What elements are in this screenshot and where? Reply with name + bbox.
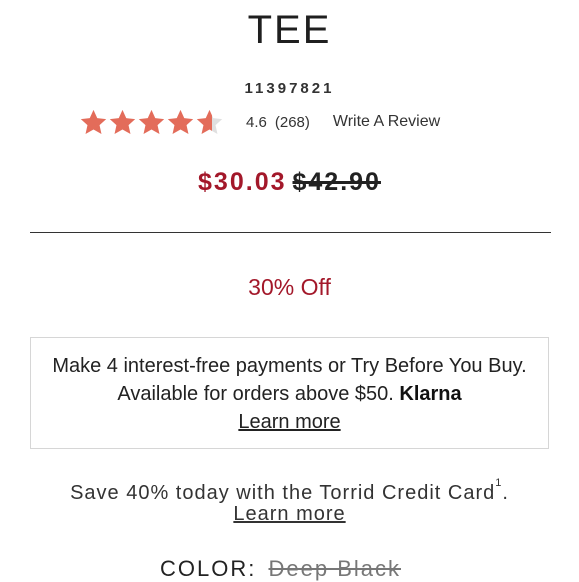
star-icon xyxy=(167,109,194,134)
klarna-message: Make 4 interest-free payments or Try Bef… xyxy=(31,352,548,408)
klarna-learn-more-link[interactable]: Learn more xyxy=(238,408,340,436)
credit-card-text: Save 40% today with the Torrid Credit Ca… xyxy=(70,482,496,504)
write-review-link[interactable]: Write A Review xyxy=(333,113,440,131)
color-selector-label: COLOR: Deep Black xyxy=(160,556,401,582)
klarna-logo: Klarna xyxy=(399,383,462,405)
star-icon xyxy=(138,109,165,134)
credit-link-row: Learn more xyxy=(0,503,579,526)
sale-price: $30.03 xyxy=(198,168,287,196)
discount-label: 30% Off xyxy=(248,274,331,300)
product-sku: 11397821 xyxy=(244,80,335,97)
product-title: TEE xyxy=(247,8,332,52)
divider xyxy=(30,232,551,233)
color-label: COLOR: xyxy=(160,556,257,581)
star-rating[interactable] xyxy=(79,108,224,137)
review-count[interactable]: (268) xyxy=(275,114,310,131)
color-value: Deep Black xyxy=(268,556,401,581)
star-icon xyxy=(196,109,223,134)
rating-row: 4.6 (268) Write A Review xyxy=(79,106,440,138)
star-icon xyxy=(109,109,136,134)
price-row: $30.03 $42.90 xyxy=(0,168,579,197)
original-price: $42.90 xyxy=(292,168,381,196)
star-icon xyxy=(80,109,107,134)
credit-card-promo: Save 40% today with the Torrid Credit Ca… xyxy=(0,468,579,508)
credit-card-suffix: . xyxy=(502,482,509,504)
klarna-promo-box: Make 4 interest-free payments or Try Bef… xyxy=(30,337,549,449)
credit-card-learn-more-link[interactable]: Learn more xyxy=(233,503,345,525)
rating-value: 4.6 xyxy=(246,113,267,131)
